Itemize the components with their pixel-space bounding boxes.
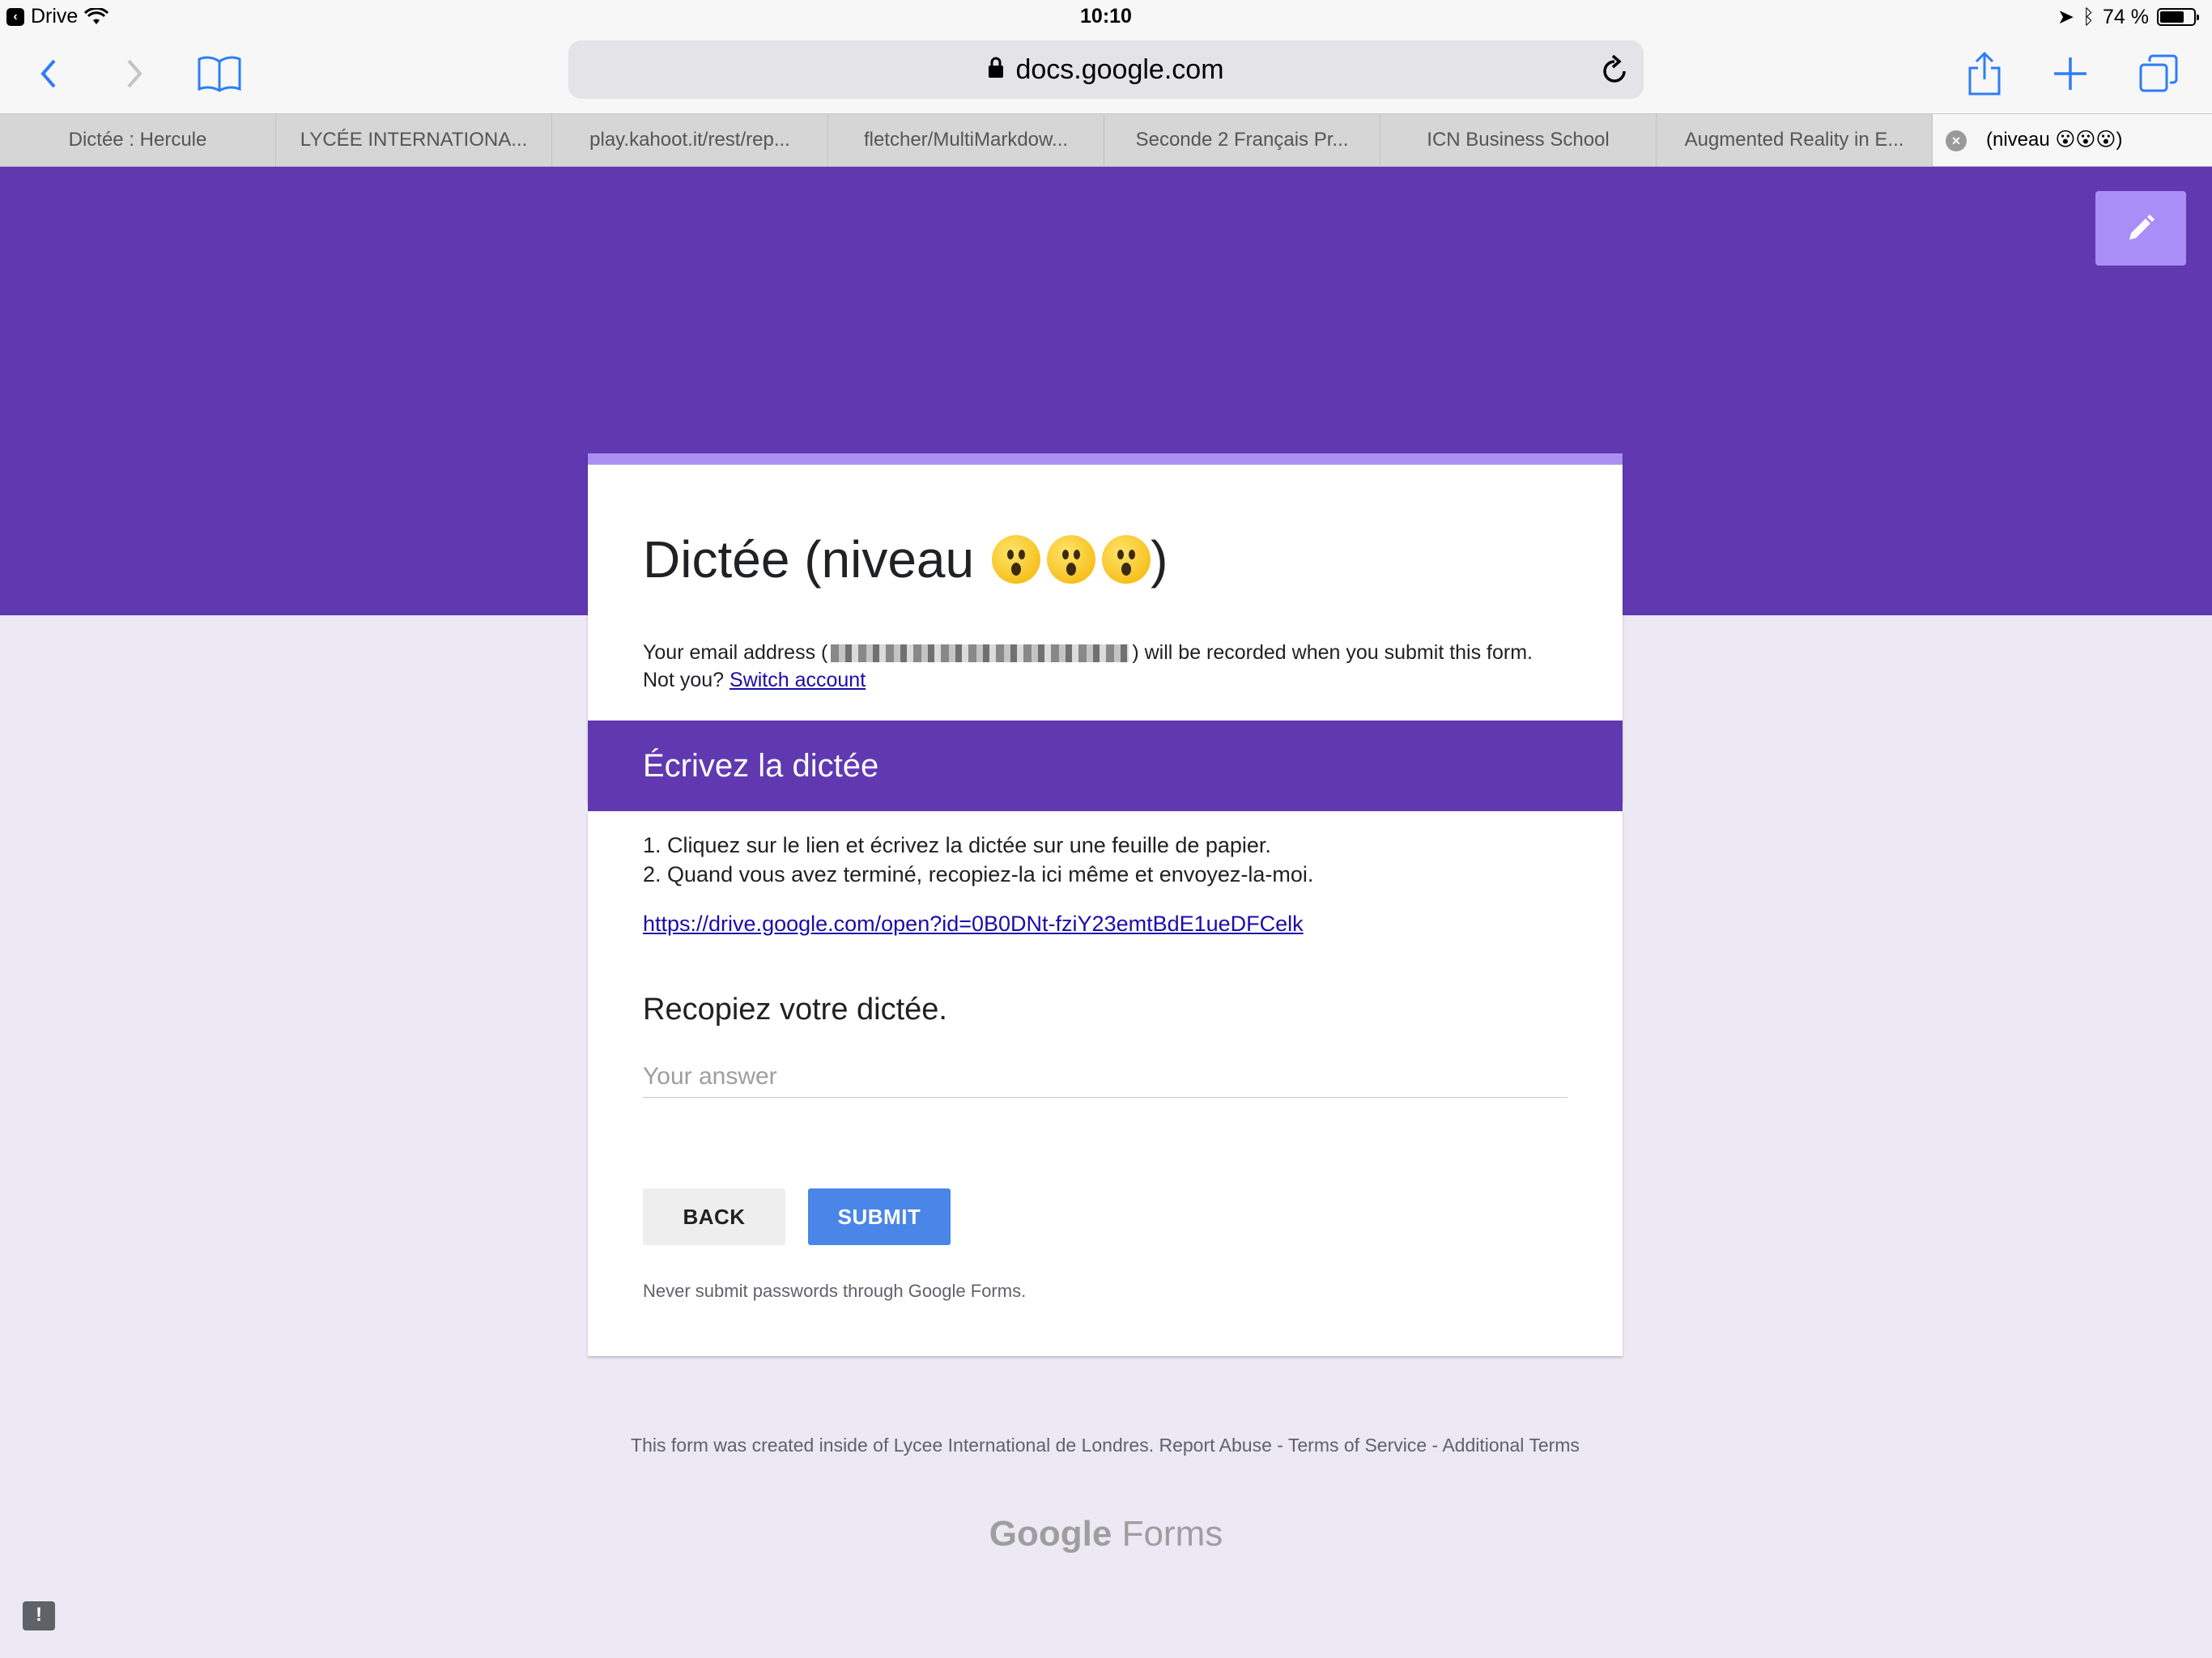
google-forms-logo[interactable]: Google Forms — [0, 1514, 2212, 1554]
tab-kahoot[interactable]: play.kahoot.it/rest/rep... — [552, 114, 828, 166]
battery-percent: 74 % — [2103, 5, 2149, 28]
tab-dictee-hercule[interactable]: Dictée : Hercule — [0, 114, 276, 166]
drive-link[interactable]: https://drive.google.com/open?id=0B0DNt-… — [643, 912, 1304, 937]
tab-seconde-2[interactable]: Seconde 2 Français Pr... — [1104, 114, 1380, 166]
battery-icon — [2157, 8, 2199, 26]
footer-text: This form was created inside of Lycee In… — [631, 1435, 1580, 1456]
tab-active[interactable]: × (niveau 😮😮😮) — [1933, 114, 2212, 166]
forms-wordmark: Forms — [1121, 1514, 1223, 1554]
password-warning: Never submit passwords through Google Fo… — [643, 1281, 1027, 1301]
url-text: docs.google.com — [1015, 53, 1224, 85]
forward-icon[interactable] — [118, 45, 151, 102]
lock-icon — [988, 54, 1004, 86]
share-icon[interactable] — [1966, 45, 2003, 102]
close-tab-icon[interactable]: × — [1946, 130, 1967, 151]
question-card: 1. Cliquez sur le lien et écrivez la dic… — [588, 811, 1623, 1356]
email-notice: Your email address () will be recorded w… — [643, 639, 1566, 694]
answer-input[interactable] — [643, 1056, 1568, 1098]
section-description: 1. Cliquez sur le lien et écrivez la dic… — [643, 831, 1313, 889]
tab-augmented-reality[interactable]: Augmented Reality in E... — [1657, 114, 1933, 166]
new-tab-icon[interactable] — [2052, 45, 2089, 102]
astonished-face-icon — [1102, 535, 1151, 584]
astonished-face-icon — [992, 535, 1041, 584]
tab-icn[interactable]: ICN Business School — [1380, 114, 1657, 166]
browser-toolbar: docs.google.com — [0, 34, 2212, 113]
active-tab-label: (niveau 😮😮😮) — [1986, 129, 2123, 151]
pencil-icon — [2129, 215, 2155, 240]
instruction-1: 1. Cliquez sur le lien et écrivez la dic… — [643, 833, 1271, 857]
status-right: ➤ ᛒ 74 % — [2057, 5, 2199, 29]
tab-lycee[interactable]: LYCÉE INTERNATIONA... — [276, 114, 552, 166]
back-button[interactable]: BACK — [643, 1188, 785, 1245]
section-header: Écrivez la dictée — [588, 721, 1623, 811]
battery-fill — [2160, 11, 2184, 23]
redacted-email — [831, 644, 1129, 663]
instruction-2: 2. Quand vous avez terminé, recopiez-la … — [643, 862, 1314, 886]
reload-icon[interactable] — [1600, 53, 1629, 93]
form-title-text: Dictée (niveau — [643, 530, 975, 589]
astonished-face-icon — [1047, 535, 1096, 584]
status-time: 10:10 — [1080, 5, 1132, 28]
form-title: Dictée (niveau ) — [643, 529, 1168, 589]
form-title-suffix: ) — [1151, 530, 1168, 589]
google-wordmark: Google — [989, 1514, 1112, 1554]
status-bar: ‹ Drive 10:10 ➤ ᛒ 74 % — [0, 0, 2212, 34]
submit-button[interactable]: SUBMIT — [808, 1188, 951, 1245]
question-title: Recopiez votre dictée. — [643, 993, 947, 1027]
email-notice-prefix: Your email address ( — [643, 641, 828, 664]
back-icon[interactable] — [32, 45, 65, 102]
switch-account-link[interactable]: Switch account — [730, 669, 866, 691]
url-bar[interactable]: docs.google.com — [568, 40, 1644, 99]
report-problem-icon[interactable]: ! — [23, 1601, 55, 1630]
location-icon: ➤ — [2057, 6, 2074, 28]
tabs-icon[interactable] — [2138, 45, 2180, 102]
bookmarks-icon[interactable] — [194, 45, 245, 102]
bluetooth-icon: ᛒ — [2082, 5, 2095, 28]
edit-button[interactable] — [2095, 191, 2186, 266]
tab-multimarkdown[interactable]: fletcher/MultiMarkdow... — [828, 114, 1104, 166]
tab-strip: Dictée : Hercule LYCÉE INTERNATIONA... p… — [0, 113, 2212, 167]
